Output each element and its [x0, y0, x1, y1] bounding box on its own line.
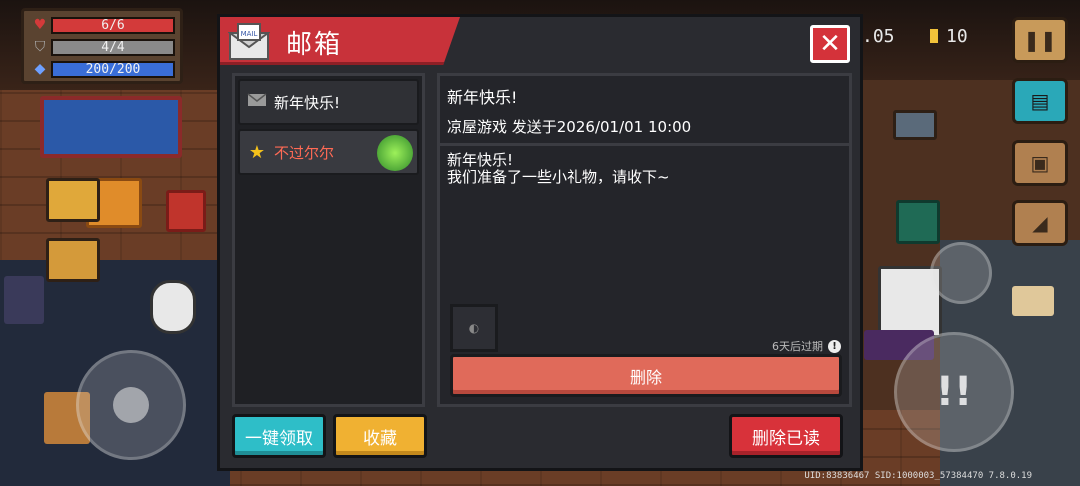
attachment-item-icon: ◐	[468, 321, 480, 335]
move-joystick[interactable]	[76, 350, 186, 460]
character-sprite	[4, 276, 44, 324]
close-button[interactable]: ✕	[810, 25, 850, 63]
favorite-label: 收藏	[363, 428, 397, 449]
mail-icon-text: MAIL	[241, 30, 258, 38]
coins-text: 10	[946, 26, 968, 47]
wall-picture	[893, 110, 937, 140]
favorite-button[interactable]: 收藏	[333, 414, 427, 458]
upgrade-button[interactable]: ◢	[1012, 200, 1068, 246]
arcade-screen	[40, 96, 182, 158]
energy-diamond-icon: ◆	[34, 61, 46, 77]
energy-bar: 200/200	[51, 60, 175, 78]
armor-bar: 4/4	[51, 38, 175, 56]
mail-icon: MAIL	[228, 23, 270, 60]
attachment-slot[interactable]: ◐	[450, 304, 498, 352]
health-text: 6/6	[101, 17, 125, 33]
skill-joystick[interactable]	[930, 242, 992, 304]
delete-read-button[interactable]: 删除已读	[729, 414, 843, 458]
scroll-item	[1012, 286, 1054, 316]
mailbox-dialog: MAIL 邮箱 ✕ 新年快乐! ★ 不过尔尔 新年快乐! 凉屋游戏 发送于202…	[217, 14, 863, 471]
expire-text: 6天后过期	[772, 340, 823, 353]
mail-subject: 新年快乐!	[447, 88, 518, 107]
gems-counter: .05	[862, 26, 895, 47]
version-text: UID:83836467 SID:1000003_57384470 7.8.0.…	[804, 471, 1032, 481]
character-sprite	[150, 280, 196, 334]
heart-icon: ♥	[33, 17, 47, 33]
claim-all-button[interactable]: 一键领取	[232, 414, 326, 458]
coin-icon	[930, 29, 938, 43]
mail-body-line: 我们准备了一些小礼物，请收下~	[447, 168, 670, 186]
mail-item-label: 新年快乐!	[274, 93, 341, 112]
green-orb-weapon-icon	[377, 135, 413, 171]
player-stats-panel: ♥ 6/6 ⛉ 4/4 ◆ 200/200	[21, 8, 183, 84]
mail-item-bu-guo-er-er[interactable]: ★ 不过尔尔	[238, 129, 419, 175]
attack-button[interactable]: !!	[894, 332, 1014, 452]
health-bar: 6/6	[51, 16, 175, 34]
expire-notice: 6天后过期 !	[772, 338, 841, 354]
mail-detail: 新年快乐! 凉屋游戏 发送于2026/01/01 10:00 新年快乐! 我们准…	[437, 73, 852, 407]
inventory-button[interactable]: ▤	[1012, 78, 1068, 124]
profile-card-button[interactable]: ▣	[1012, 140, 1068, 186]
energy-text: 200/200	[85, 61, 141, 77]
green-cabinet	[896, 200, 940, 244]
delete-button[interactable]: 删除	[450, 354, 842, 397]
pause-button[interactable]: ❚❚	[1012, 17, 1068, 63]
energy-row: ◆ 200/200	[29, 58, 175, 80]
mail-item-label: 不过尔尔	[274, 143, 335, 162]
dialog-title: 邮箱	[286, 30, 343, 60]
title-banner: MAIL 邮箱	[220, 17, 460, 65]
envelope-icon	[246, 93, 268, 111]
info-icon[interactable]: !	[828, 339, 841, 353]
delete-label: 删除	[629, 367, 662, 387]
star-icon: ★	[248, 141, 266, 163]
mail-sender-line: 凉屋游戏 发送于2026/01/01 10:00	[447, 118, 692, 136]
gift-box	[166, 190, 206, 232]
coins-counter: 10	[930, 26, 968, 47]
location-pin-button	[46, 178, 100, 222]
health-row: ♥ 6/6	[29, 14, 175, 36]
mail-body-line: 新年快乐!	[447, 151, 514, 169]
delete-read-label: 删除已读	[752, 428, 820, 449]
armor-row: ⛉ 4/4	[29, 36, 175, 58]
armor-text: 4/4	[101, 39, 125, 55]
mail-body: 新年快乐! 我们准备了一些小礼物，请收下~	[447, 152, 670, 186]
claim-all-label: 一键领取	[245, 428, 313, 449]
mail-list[interactable]: 新年快乐! ★ 不过尔尔	[232, 73, 425, 407]
gems-text: .05	[862, 26, 895, 47]
joystick-knob[interactable]	[113, 387, 149, 423]
mail-item-new-year[interactable]: 新年快乐!	[238, 79, 419, 125]
detail-divider	[440, 143, 849, 146]
close-icon: ✕	[819, 29, 841, 59]
shield-icon: ⛉	[34, 39, 46, 55]
swap-button	[46, 238, 100, 282]
